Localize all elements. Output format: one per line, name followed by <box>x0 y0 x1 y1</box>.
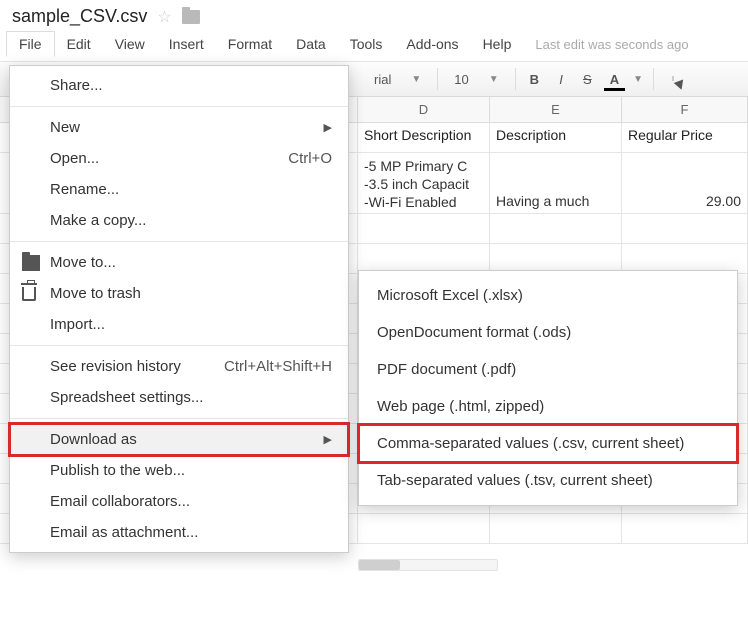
chevron-down-icon[interactable]: ▼ <box>633 74 643 85</box>
document-title[interactable]: sample_CSV.csv <box>12 6 147 27</box>
file-menu-rename[interactable]: Rename... <box>10 174 348 205</box>
font-name: rial <box>374 72 391 87</box>
file-menu-publish[interactable]: Publish to the web... <box>10 455 348 486</box>
font-size-dropdown[interactable]: 10 ▼ <box>448 70 504 89</box>
menu-view[interactable]: View <box>103 32 157 56</box>
menu-help[interactable]: Help <box>471 32 524 56</box>
star-icon[interactable]: ☆ <box>157 7 171 27</box>
shortcut-text: Ctrl+O <box>288 150 332 167</box>
fill-color-button[interactable] <box>664 77 680 81</box>
separator <box>515 68 516 90</box>
menu-insert[interactable]: Insert <box>157 32 216 56</box>
column-header-d[interactable]: D <box>358 97 490 122</box>
file-menu-download-as[interactable]: Download as▶ <box>10 424 348 455</box>
menu-edit[interactable]: Edit <box>55 32 103 56</box>
cell-f1[interactable]: Regular Price <box>622 123 748 152</box>
bold-button[interactable]: B <box>526 70 543 89</box>
column-header-e[interactable]: E <box>490 97 622 122</box>
shortcut-text: Ctrl+Alt+Shift+H <box>224 358 332 375</box>
chevron-right-icon: ▶ <box>324 433 332 446</box>
chevron-right-icon: ▶ <box>324 121 332 134</box>
menu-tools[interactable]: Tools <box>338 32 395 56</box>
download-tsv[interactable]: Tab-separated values (.tsv, current shee… <box>359 462 737 499</box>
menu-data[interactable]: Data <box>284 32 338 56</box>
cell-e2[interactable]: Having a much <box>490 153 622 213</box>
download-xlsx[interactable]: Microsoft Excel (.xlsx) <box>359 277 737 314</box>
file-menu-spreadsheet-settings[interactable]: Spreadsheet settings... <box>10 382 348 413</box>
menu-bar: File Edit View Insert Format Data Tools … <box>0 29 748 61</box>
file-menu-dropdown: Share... New▶ Open...Ctrl+O Rename... Ma… <box>9 65 349 553</box>
divider <box>10 345 348 346</box>
file-menu-import[interactable]: Import... <box>10 309 348 340</box>
file-menu-make-copy[interactable]: Make a copy... <box>10 205 348 236</box>
file-menu-move-to[interactable]: Move to... <box>10 247 348 278</box>
separator <box>437 68 438 90</box>
folder-icon[interactable] <box>182 10 200 24</box>
cell-d1[interactable]: Short Description <box>358 123 490 152</box>
download-pdf[interactable]: PDF document (.pdf) <box>359 351 737 388</box>
cell-d2[interactable]: -5 MP Primary C -3.5 inch Capacit -Wi-Fi… <box>358 153 490 213</box>
folder-icon <box>22 255 40 271</box>
separator <box>653 68 654 90</box>
file-menu-share[interactable]: Share... <box>10 70 348 101</box>
download-html[interactable]: Web page (.html, zipped) <box>359 388 737 425</box>
file-menu-email-attachment[interactable]: Email as attachment... <box>10 517 348 548</box>
divider <box>10 241 348 242</box>
file-menu-move-trash[interactable]: Move to trash <box>10 278 348 309</box>
italic-button[interactable]: I <box>553 70 569 89</box>
menu-file[interactable]: File <box>6 31 55 57</box>
menu-format[interactable]: Format <box>216 32 284 56</box>
horizontal-scrollbar[interactable] <box>358 559 498 571</box>
strikethrough-button[interactable]: S <box>579 70 596 89</box>
cell-e1[interactable]: Description <box>490 123 622 152</box>
chevron-down-icon: ▼ <box>489 74 499 85</box>
file-menu-email-collaborators[interactable]: Email collaborators... <box>10 486 348 517</box>
menu-addons[interactable]: Add-ons <box>394 32 470 56</box>
font-size: 10 <box>454 72 468 87</box>
file-menu-new[interactable]: New▶ <box>10 112 348 143</box>
download-ods[interactable]: OpenDocument format (.ods) <box>359 314 737 351</box>
cell-f2[interactable]: 29.00 <box>622 153 748 213</box>
divider <box>10 106 348 107</box>
column-header-f[interactable]: F <box>622 97 748 122</box>
chevron-down-icon: ▼ <box>411 74 421 85</box>
file-menu-open[interactable]: Open...Ctrl+O <box>10 143 348 174</box>
download-csv[interactable]: Comma-separated values (.csv, current sh… <box>359 425 737 462</box>
text-color-button[interactable]: A <box>606 70 623 89</box>
trash-icon <box>22 287 36 301</box>
divider <box>10 418 348 419</box>
file-menu-revision-history[interactable]: See revision historyCtrl+Alt+Shift+H <box>10 351 348 382</box>
font-dropdown[interactable]: rial ▼ <box>368 70 427 89</box>
last-edit-text[interactable]: Last edit was seconds ago <box>535 37 688 52</box>
download-as-submenu: Microsoft Excel (.xlsx) OpenDocument for… <box>358 270 738 506</box>
scrollbar-thumb[interactable] <box>359 560 400 570</box>
